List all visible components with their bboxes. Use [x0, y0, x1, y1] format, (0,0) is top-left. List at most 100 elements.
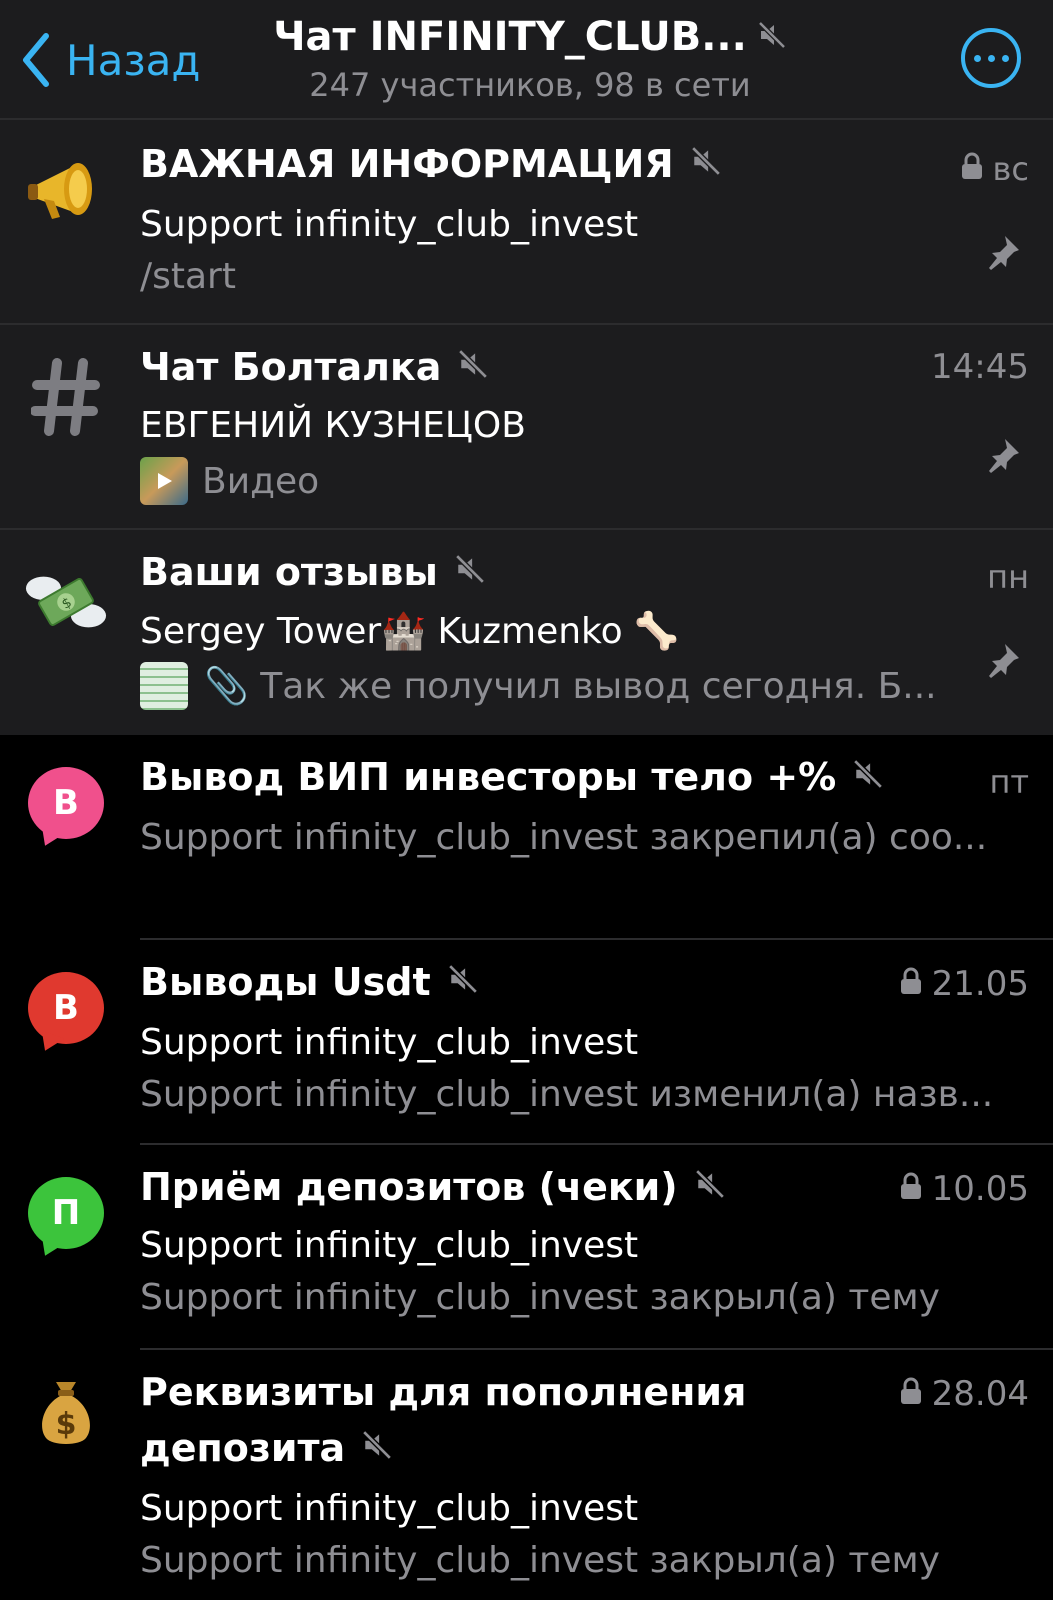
topic-preview: Support infinity_club_invest закрыл(а) т… [140, 1277, 940, 1318]
topic-preview-text: 📎 Так же получил вывод сегодня. Б... [204, 666, 937, 707]
lock-icon [900, 1169, 922, 1209]
topic-row[interactable]: П Приём депозитов (чеки) 10.05 Support i… [0, 1145, 1053, 1350]
back-button[interactable]: Назад [20, 28, 200, 92]
pin-icon [983, 232, 1023, 276]
topic-preview-text: Support infinity_club_invest изменил(а) … [140, 1074, 994, 1115]
topic-title: Ваши отзывы [140, 550, 486, 594]
topic-time: пн [987, 558, 1029, 596]
topic-preview-text: Видео [202, 460, 320, 502]
lock-icon [900, 1374, 922, 1414]
topic-title-text: Вывод ВИП инвесторы тело +% [140, 755, 837, 799]
chevron-left-icon [23, 33, 49, 87]
topic-row[interactable]: $ Ваши отзывы пн Sergey Tower🏰 Kuzmenko … [0, 530, 1053, 735]
video-thumbnail [140, 457, 188, 505]
topic-preview: Видео [140, 457, 319, 505]
topic-title-line2: депозита [140, 1426, 393, 1470]
topic-title: Реквизиты для пополнения [140, 1370, 746, 1414]
topic-time: вс [961, 150, 1029, 188]
topic-bubble: В [28, 767, 104, 839]
topic-title: Чат Болталка [140, 345, 489, 389]
chat-subtitle: 247 участников, 98 в сети [309, 66, 751, 104]
chat-title-text: Чат INFINITY_CLUB... [273, 14, 747, 60]
topic-preview-text: /start [140, 256, 236, 297]
topic-title-text: Ваши отзывы [140, 550, 438, 594]
topic-title: Выводы Usdt [140, 960, 479, 1004]
muted-icon [454, 550, 486, 594]
topic-title-text-2: депозита [140, 1426, 346, 1470]
topic-row[interactable]: Чат Болталка 14:45 ЕВГЕНИЙ КУЗНЕЦОВ Виде… [0, 325, 1053, 530]
topic-title: ВАЖНАЯ ИНФОРМАЦИЯ [140, 142, 722, 186]
topic-preview: Support infinity_club_invest закрыл(а) т… [140, 1540, 940, 1581]
topic-time-text: 10.05 [931, 1169, 1029, 1209]
topic-sender: Support infinity_club_invest [140, 204, 639, 245]
topic-letter: В [53, 988, 79, 1028]
money-wings-icon: $ [24, 560, 108, 644]
topic-preview: 📎 Так же получил вывод сегодня. Б... [140, 662, 937, 710]
topic-bubble: В [28, 972, 104, 1044]
topic-row[interactable]: В Вывод ВИП инвесторы тело +% пт Support… [0, 735, 1053, 940]
topic-title-text: ВАЖНАЯ ИНФОРМАЦИЯ [140, 142, 674, 186]
topic-time: 10.05 [900, 1169, 1029, 1209]
more-options-button[interactable] [961, 28, 1021, 88]
topic-letter: П [51, 1193, 81, 1233]
topic-time: 14:45 [931, 347, 1029, 387]
muted-icon [457, 345, 489, 389]
money-bag-icon: $ [24, 1370, 108, 1454]
topic-row[interactable]: ВАЖНАЯ ИНФОРМАЦИЯ вс Support infinity_cl… [0, 120, 1053, 325]
back-label: Назад [66, 35, 201, 85]
topic-preview: Support infinity_club_invest закрепил(а)… [140, 817, 987, 858]
play-icon [158, 473, 172, 489]
svg-text:$: $ [56, 1407, 77, 1442]
chat-title-area[interactable]: Чат INFINITY_CLUB... 247 участников, 98 … [250, 14, 810, 104]
topic-sender: Sergey Tower🏰 Kuzmenko 🦴 [140, 611, 679, 652]
topic-preview: /start [140, 256, 236, 297]
topic-time: пт [989, 763, 1029, 801]
topic-bubble-icon: П [24, 1171, 108, 1255]
topic-time-text: 28.04 [931, 1374, 1029, 1414]
topic-title: Вывод ВИП инвесторы тело +% [140, 755, 884, 799]
topic-bubble-icon: В [24, 966, 108, 1050]
muted-icon [694, 1165, 726, 1209]
more-dot [973, 54, 981, 62]
topic-title-text: Приём депозитов (чеки) [140, 1165, 678, 1209]
more-dot [987, 54, 995, 62]
topic-row[interactable]: $ Реквизиты для пополнения депозита 28.0… [0, 1350, 1053, 1600]
topic-time-text: пн [987, 558, 1029, 596]
topic-title-text: Чат Болталка [140, 345, 442, 389]
topic-time-text: 21.05 [931, 964, 1029, 1004]
megaphone-icon [24, 150, 108, 234]
topic-sender: Support infinity_club_invest [140, 1488, 639, 1529]
topic-title: Приём депозитов (чеки) [140, 1165, 726, 1209]
topic-sender: ЕВГЕНИЙ КУЗНЕЦОВ [140, 405, 526, 446]
topic-sender: Support infinity_club_invest [140, 1225, 639, 1266]
topic-title-text: Выводы Usdt [140, 960, 431, 1004]
pin-icon [983, 435, 1023, 479]
chat-title: Чат INFINITY_CLUB... [273, 14, 787, 60]
muted-icon [757, 14, 787, 60]
topic-preview-text: Support infinity_club_invest закрыл(а) т… [140, 1277, 940, 1318]
topic-sender: Support infinity_club_invest [140, 1022, 639, 1063]
topic-preview-text: Support infinity_club_invest закрыл(а) т… [140, 1540, 940, 1581]
topic-time-text: 14:45 [931, 347, 1029, 387]
topic-time-text: вс [992, 150, 1029, 188]
topic-time-text: пт [989, 763, 1029, 801]
topic-preview-text: Support infinity_club_invest закрепил(а)… [140, 817, 988, 858]
pin-icon [983, 640, 1023, 684]
topic-time: 28.04 [900, 1374, 1029, 1414]
muted-icon [690, 142, 722, 186]
lock-icon [961, 150, 983, 188]
topic-bubble: П [28, 1177, 104, 1249]
hash-icon [24, 355, 108, 439]
topic-letter: В [53, 783, 79, 823]
muted-icon [852, 755, 884, 799]
topic-title-text: Реквизиты для пополнения [140, 1370, 747, 1414]
topic-time: 21.05 [900, 964, 1029, 1004]
muted-icon [361, 1426, 393, 1470]
document-thumbnail [140, 662, 188, 710]
topic-bubble-icon: В [24, 761, 108, 845]
topic-row[interactable]: В Выводы Usdt 21.05 Support infinity_clu… [0, 940, 1053, 1145]
navigation-bar: Назад Чат INFINITY_CLUB... 247 участнико… [0, 0, 1053, 120]
muted-icon [447, 960, 479, 1004]
topic-preview: Support infinity_club_invest изменил(а) … [140, 1074, 993, 1115]
more-dot [1001, 54, 1009, 62]
